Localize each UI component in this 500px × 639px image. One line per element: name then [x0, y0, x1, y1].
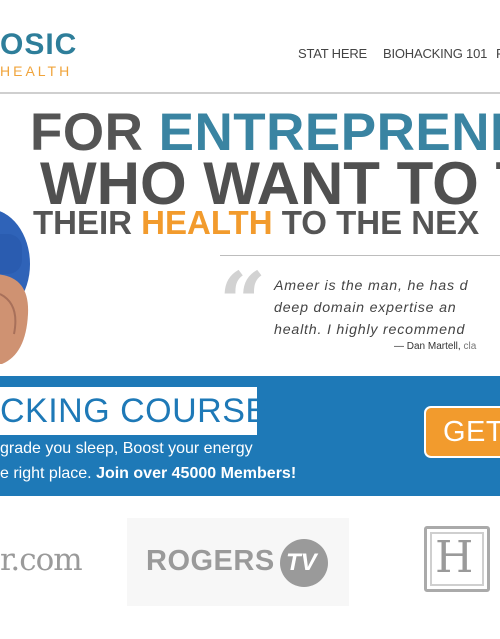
course-description-line-2: e right place. Join over 45000 Members!: [0, 465, 296, 483]
get-started-label: GET: [443, 416, 500, 448]
testimonial-line: Ameer is the man, he has d: [274, 278, 469, 294]
media-logo-rogers-tv: ROGERS TV: [127, 518, 349, 606]
headline-their: THEIR: [33, 204, 142, 241]
get-started-button[interactable]: GET: [424, 406, 500, 458]
course-description-text: e right place.: [0, 465, 97, 482]
testimonial-author: — Dan Martell, cla: [394, 341, 476, 352]
author-name: — Dan Martell,: [394, 341, 461, 352]
course-banner: CKING COURSE grade you sleep, Boost your…: [0, 376, 500, 496]
course-description-line-1: grade you sleep, Boost your energy: [0, 440, 253, 457]
testimonial-text: Ameer is the man, he has d deep domain e…: [274, 275, 500, 341]
tv-badge-text: TV: [286, 549, 317, 576]
media-logo-com: r.com: [0, 542, 83, 578]
headline-line-3: THEIR HEALTH TO THE NEX: [33, 204, 479, 242]
media-logo-h: H: [424, 526, 490, 592]
nav-item-start-here[interactable]: STAT HERE: [298, 46, 367, 61]
rogers-wordmark: ROGERS: [146, 545, 275, 577]
hero-section: FOR ENTREPRENE WHO WANT TO T THEIR HEALT…: [0, 94, 500, 376]
person-photo: [0, 211, 30, 364]
as-seen-on-logos: r.com ROGERS TV H: [0, 496, 500, 639]
h-logo-letter: H: [435, 532, 474, 583]
nav-item-next[interactable]: F: [496, 46, 500, 61]
main-nav: STAT HERE BIOHACKING 101 F: [0, 46, 500, 66]
quote-mark-icon: “: [219, 255, 267, 351]
tv-badge-icon: TV: [280, 539, 328, 587]
course-title-box: CKING COURSE: [0, 387, 268, 435]
members-count-text: Join over 45000 Members!: [96, 465, 297, 482]
course-title: CKING COURSE: [0, 392, 269, 430]
testimonial-line: deep domain expertise an: [274, 300, 457, 316]
testimonial-line: health. I highly recommend: [274, 322, 466, 338]
nav-item-biohacking-101[interactable]: BIOHACKING 101: [383, 46, 487, 61]
headline-to-the-next: TO THE NEX: [272, 204, 480, 241]
author-role: cla: [460, 341, 477, 352]
site-header: OSIC HEALTH STAT HERE BIOHACKING 101 F: [0, 0, 500, 92]
headline-health: HEALTH: [141, 204, 273, 241]
